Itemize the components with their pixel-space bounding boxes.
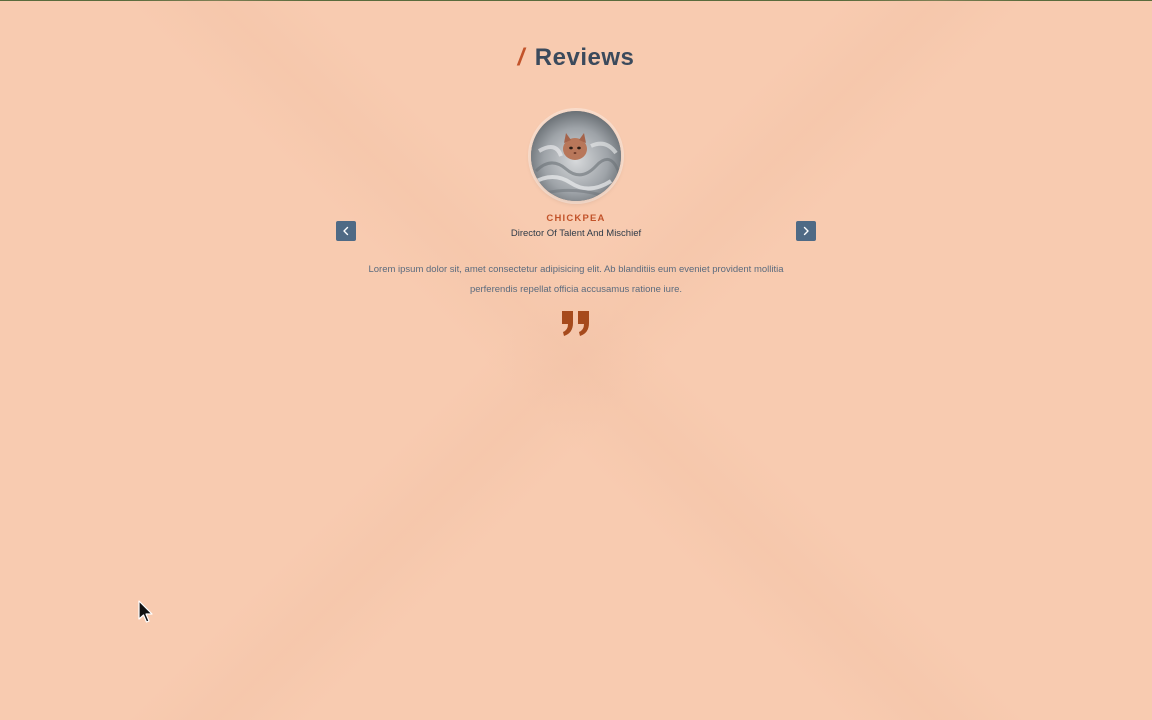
chevron-right-icon bbox=[803, 226, 809, 236]
section-title-text: Reviews bbox=[534, 44, 635, 71]
next-review-button[interactable] bbox=[796, 221, 816, 241]
reviewer-name: CHICKPEA bbox=[546, 213, 606, 224]
avatar bbox=[531, 111, 621, 201]
mouse-cursor-icon bbox=[138, 600, 153, 623]
quote-icon bbox=[562, 311, 589, 336]
avatar-photo bbox=[531, 111, 621, 201]
title-slash-decoration: / bbox=[517, 44, 525, 71]
section-title: / Reviews bbox=[0, 44, 1152, 72]
background-pattern bbox=[0, 0, 1152, 720]
top-border-line bbox=[0, 0, 1152, 1]
review-text: Lorem ipsum dolor sit, amet consectetur … bbox=[368, 264, 784, 295]
reviewer-job-title: Director Of Talent And Mischief bbox=[510, 228, 642, 239]
